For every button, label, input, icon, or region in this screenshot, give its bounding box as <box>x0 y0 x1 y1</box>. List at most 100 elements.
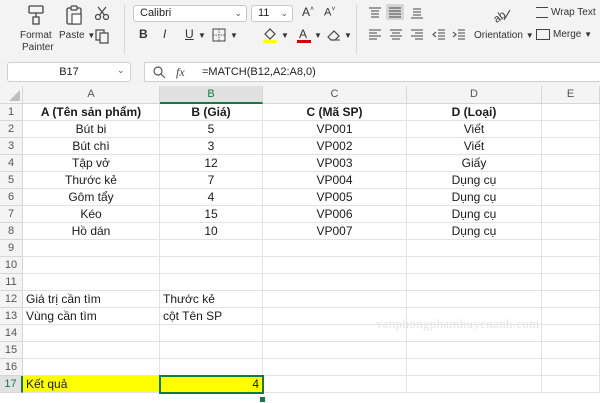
cell-b10[interactable] <box>160 257 263 274</box>
cell-a4[interactable]: Tập vở <box>23 155 160 172</box>
cell-d16[interactable] <box>407 359 542 376</box>
paste-label[interactable]: Paste ▼ <box>59 30 95 41</box>
italic-button[interactable]: I <box>163 27 166 41</box>
cell-e10[interactable] <box>542 257 600 274</box>
cell-a17[interactable]: Kết quả <box>23 376 160 393</box>
cell-b7[interactable]: 15 <box>160 206 263 223</box>
cell-e16[interactable] <box>542 359 600 376</box>
align-middle-icon[interactable] <box>386 4 404 20</box>
underline-button[interactable]: U <box>185 27 194 41</box>
cell-a11[interactable] <box>23 274 160 291</box>
paste-icon[interactable] <box>64 4 84 31</box>
cell-b8[interactable]: 10 <box>160 223 263 240</box>
font-color-icon[interactable]: A <box>296 26 312 49</box>
cell-c1[interactable]: C (Mã SP) <box>263 104 407 121</box>
cell-c6[interactable]: VP005 <box>263 189 407 206</box>
copy-icon[interactable] <box>94 28 110 49</box>
align-right-icon[interactable] <box>410 28 424 46</box>
cell-d17[interactable] <box>407 376 542 393</box>
cell-b2[interactable]: 5 <box>160 121 263 138</box>
column-header-d[interactable]: D <box>407 86 542 104</box>
font-size-select[interactable]: 11 ⌄ <box>251 5 293 22</box>
cell-e7[interactable] <box>542 206 600 223</box>
borders-icon[interactable] <box>212 28 226 47</box>
cell-d3[interactable]: Viết <box>407 138 542 155</box>
formula-text[interactable]: =MATCH(B12,A2:A8,0) <box>202 66 316 78</box>
row-header-2[interactable]: 2 <box>0 121 23 138</box>
chevron-down-icon[interactable]: ▼ <box>198 31 206 40</box>
cell-e3[interactable] <box>542 138 600 155</box>
shrink-font-button[interactable]: A˅ <box>324 6 335 19</box>
align-left-icon[interactable] <box>368 28 382 46</box>
cell-c16[interactable] <box>263 359 407 376</box>
column-header-e[interactable]: E <box>542 86 600 104</box>
clear-format-icon[interactable] <box>326 28 342 47</box>
cell-c11[interactable] <box>263 274 407 291</box>
cell-e1[interactable] <box>542 104 600 121</box>
cell-a5[interactable]: Thước kẻ <box>23 172 160 189</box>
fill-color-icon[interactable] <box>262 26 278 49</box>
cell-d6[interactable]: Dụng cụ <box>407 189 542 206</box>
cell-b12[interactable]: Thước kẻ <box>160 291 263 308</box>
name-box-dropdown-icon[interactable]: ⌄ <box>117 65 125 76</box>
cell-b9[interactable] <box>160 240 263 257</box>
cell-e12[interactable] <box>542 291 600 308</box>
row-header-7[interactable]: 7 <box>0 206 23 223</box>
increase-indent-icon[interactable] <box>452 28 466 46</box>
column-header-a[interactable]: A <box>23 86 160 104</box>
cell-e14[interactable] <box>542 325 600 342</box>
cell-b16[interactable] <box>160 359 263 376</box>
font-name-select[interactable]: Calibri ⌄ <box>133 5 247 22</box>
column-header-c[interactable]: C <box>263 86 407 104</box>
cell-e2[interactable] <box>542 121 600 138</box>
row-header-17[interactable]: 17 <box>0 376 23 393</box>
cell-a7[interactable]: Kéo <box>23 206 160 223</box>
row-header-14[interactable]: 14 <box>0 325 23 342</box>
wrap-text-button[interactable]: Wrap Text <box>536 7 596 18</box>
cell-e5[interactable] <box>542 172 600 189</box>
cell-d11[interactable] <box>407 274 542 291</box>
format-painter-label-2[interactable]: Painter <box>22 42 54 53</box>
select-all-corner[interactable] <box>0 86 23 104</box>
row-header-6[interactable]: 6 <box>0 189 23 206</box>
cell-a2[interactable]: Bút bi <box>23 121 160 138</box>
chevron-down-icon[interactable]: ▼ <box>344 31 352 40</box>
row-header-9[interactable]: 9 <box>0 240 23 257</box>
cell-d2[interactable]: Viết <box>407 121 542 138</box>
chevron-down-icon[interactable]: ▼ <box>314 31 322 40</box>
cell-a6[interactable]: Gôm tẩy <box>23 189 160 206</box>
column-header-b[interactable]: B <box>160 86 263 104</box>
cell-d10[interactable] <box>407 257 542 274</box>
cell-c9[interactable] <box>263 240 407 257</box>
orientation-button[interactable]: Orientation ▼ <box>474 30 534 41</box>
cell-a1[interactable]: A (Tên sản phẩm) <box>23 104 160 121</box>
orientation-icon[interactable]: ab <box>490 4 512 29</box>
row-header-13[interactable]: 13 <box>0 308 23 325</box>
cell-e8[interactable] <box>542 223 600 240</box>
cell-a3[interactable]: Bút chì <box>23 138 160 155</box>
cell-b15[interactable] <box>160 342 263 359</box>
cell-c17[interactable] <box>263 376 407 393</box>
align-top-icon[interactable] <box>368 6 382 24</box>
cell-c4[interactable]: VP003 <box>263 155 407 172</box>
cell-c7[interactable]: VP006 <box>263 206 407 223</box>
cell-e6[interactable] <box>542 189 600 206</box>
cut-icon[interactable] <box>94 5 110 26</box>
row-header-16[interactable]: 16 <box>0 359 23 376</box>
cell-b1[interactable]: B (Giá) <box>160 104 263 121</box>
fx-icon[interactable]: fx <box>176 65 185 80</box>
cell-d9[interactable] <box>407 240 542 257</box>
row-header-4[interactable]: 4 <box>0 155 23 172</box>
cell-b3[interactable]: 3 <box>160 138 263 155</box>
chevron-down-icon[interactable]: ▼ <box>230 31 238 40</box>
row-header-11[interactable]: 11 <box>0 274 23 291</box>
chevron-down-icon[interactable]: ▼ <box>281 31 289 40</box>
cell-e11[interactable] <box>542 274 600 291</box>
cell-a15[interactable] <box>23 342 160 359</box>
cell-e15[interactable] <box>542 342 600 359</box>
name-box[interactable]: B17 <box>7 62 131 82</box>
grow-font-button[interactable]: A˄ <box>302 5 314 19</box>
cell-a14[interactable] <box>23 325 160 342</box>
row-header-8[interactable]: 8 <box>0 223 23 240</box>
row-header-10[interactable]: 10 <box>0 257 23 274</box>
